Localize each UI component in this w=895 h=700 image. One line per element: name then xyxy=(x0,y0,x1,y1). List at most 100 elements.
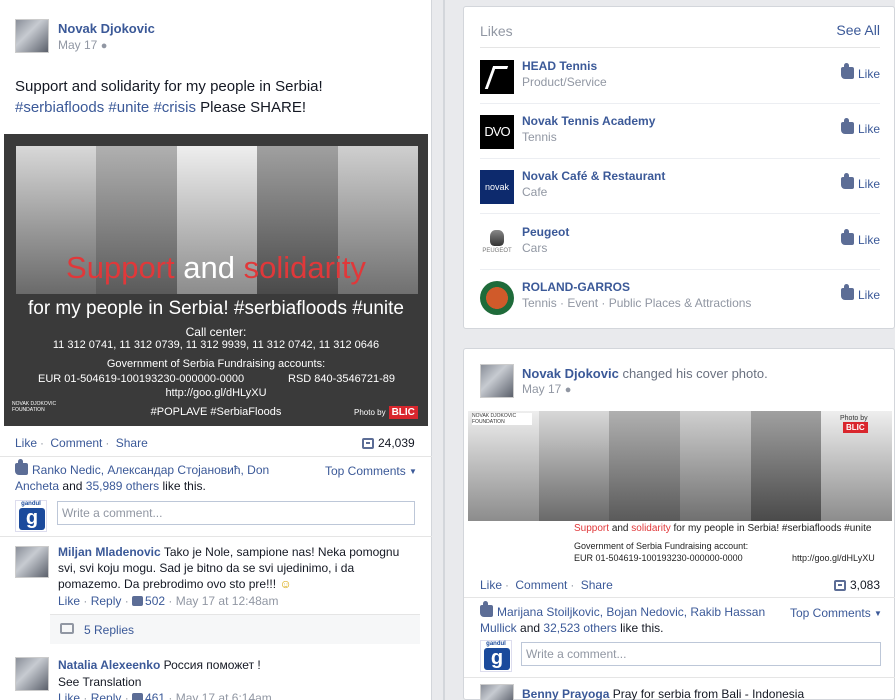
thumbs-up-icon xyxy=(15,459,28,475)
share-count[interactable]: 24,039 xyxy=(362,436,415,450)
share-icon xyxy=(362,437,374,449)
author-avatar[interactable] xyxy=(15,19,49,53)
photo-url: http://goo.gl/dHLyXU xyxy=(165,387,267,399)
cover-gov-label: Government of Serbia Fundraising account… xyxy=(574,541,749,551)
top-comments-dropdown[interactable]: Top Comments ▼ xyxy=(325,464,417,478)
cover-url: http://goo.gl/dHLyXU xyxy=(792,553,875,563)
page-like-button[interactable]: Like xyxy=(840,63,880,81)
post-date[interactable]: May 17 ● xyxy=(522,382,571,396)
like-item-novak-tennis-academy[interactable]: DVO Novak Tennis Academy Tennis Like xyxy=(480,112,880,159)
post-photo[interactable]: Support and solidarity for my people in … xyxy=(4,134,428,426)
photo-credit: Photo byBLIC xyxy=(354,406,418,419)
page-like-button[interactable]: Like xyxy=(840,173,880,191)
top-comments-dropdown[interactable]: Top Comments ▼ xyxy=(790,606,882,620)
caret-down-icon: ▼ xyxy=(409,467,417,476)
author-name[interactable]: Novak Djokovic xyxy=(522,366,619,381)
comment-input[interactable] xyxy=(521,642,881,666)
foundation-logo: NOVAK DJOKOVIC FOUNDATION xyxy=(472,413,532,425)
see-translation-link[interactable]: See Translation xyxy=(58,674,141,690)
comment-time[interactable]: May 17 at 6:14am xyxy=(176,691,272,700)
timeline-divider xyxy=(443,0,445,700)
roland-garros-logo[interactable] xyxy=(480,281,514,315)
comment-button[interactable]: Comment xyxy=(515,578,567,592)
comment-meta: Like · Reply · 461 · May 17 at 6:14am xyxy=(58,691,272,700)
cover-photo[interactable]: NOVAK DJOKOVIC FOUNDATION Photo byBLIC S… xyxy=(468,411,892,569)
share-icon xyxy=(834,579,846,591)
comment-like-button[interactable]: Like xyxy=(58,691,80,700)
like-item-roland-garros[interactable]: ROLAND-GARROS Tennis · Event · Public Pl… xyxy=(480,278,880,318)
share-count[interactable]: 3,083 xyxy=(834,578,880,592)
likers-others-link[interactable]: 35,989 others xyxy=(86,479,159,493)
comment-body: Miljan Mladenovic Tako je Nole, sampione… xyxy=(58,545,400,591)
photo-call-center-label: Call center: xyxy=(185,325,247,339)
globe-icon: ● xyxy=(564,384,572,396)
see-all-link[interactable]: See All xyxy=(836,22,880,38)
page-like-button[interactable]: Like xyxy=(840,284,880,302)
comment-reply-button[interactable]: Reply xyxy=(91,594,122,608)
comment-body: Natalia Alexeenko Россия поможет ! xyxy=(58,658,261,672)
post-actions: Like · Comment · Share xyxy=(480,578,613,592)
post-actions: Like · Comment · Share xyxy=(15,436,148,450)
cover-headline: Support and solidarity for my people in … xyxy=(574,523,872,534)
like-item-peugeot[interactable]: PEUGEOT Peugeot Cars Like xyxy=(480,223,880,270)
author-avatar[interactable] xyxy=(480,364,514,398)
share-button[interactable]: Share xyxy=(581,578,613,592)
comment-author-name[interactable]: Benny Prayoga xyxy=(522,687,609,700)
author-name[interactable]: Novak Djokovic xyxy=(58,21,155,36)
comment-author-avatar[interactable] xyxy=(15,546,49,578)
lion-icon xyxy=(490,230,504,246)
novak-cafe-logo[interactable]: novak xyxy=(480,170,514,204)
comment-author-name[interactable]: Miljan Mladenovic xyxy=(58,545,161,559)
view-replies[interactable]: 5 Replies xyxy=(50,614,420,644)
post-date[interactable]: May 17 ● xyxy=(58,38,107,52)
blic-logo: BLIC xyxy=(843,422,868,433)
like-item-head-tennis[interactable]: HEAD Tennis Product/Service Like xyxy=(480,57,880,104)
reply-icon xyxy=(60,623,74,634)
photo-credit: Photo byBLIC xyxy=(840,415,868,433)
post-text: Support and solidarity for my people in … xyxy=(15,78,323,116)
photo-gov-label: Government of Serbia Fundraising account… xyxy=(106,358,326,370)
comment-body: Benny Prayoga Pray for serbia from Bali … xyxy=(522,687,805,700)
smiley-emoji: ☺ xyxy=(279,577,292,591)
comment-time[interactable]: May 17 at 12:48am xyxy=(176,594,279,608)
commenter-avatar: gandul g xyxy=(480,640,512,672)
likers-summary: Ranko Nedic, Александар Стојановић, Don … xyxy=(15,459,270,493)
cover-eur-account: EUR 01-504619-100193230-000000-0000 xyxy=(574,553,743,563)
comment-input[interactable] xyxy=(57,501,415,525)
share-button[interactable]: Share xyxy=(116,436,148,450)
post-card-serbia-support: Novak Djokovic May 17 ● Support and soli… xyxy=(0,0,432,700)
photo-eur-account: EUR 01-504619-100193230-000000-0000 xyxy=(38,373,245,385)
comment-like-count[interactable]: 461 xyxy=(132,691,165,700)
comment-author-name[interactable]: Natalia Alexeenko xyxy=(58,658,160,672)
flood-photo-collage xyxy=(468,411,892,521)
comment-like-count[interactable]: 502 xyxy=(132,594,165,608)
page-like-button[interactable]: Like xyxy=(840,229,880,247)
novak-academy-logo[interactable]: DVO xyxy=(480,115,514,149)
likers-others-link[interactable]: 32,523 others xyxy=(543,621,616,635)
post-header: Novak Djokovic changed his cover photo. xyxy=(522,366,768,381)
comment-author-avatar[interactable] xyxy=(480,684,514,700)
likers-summary: Marijana Stoiljkovic, Bojan Nedovic, Rak… xyxy=(480,601,766,635)
comment-author-avatar[interactable] xyxy=(15,657,49,691)
comment-button[interactable]: Comment xyxy=(50,436,102,450)
commenter-avatar: gandul g xyxy=(15,500,47,532)
hashtag-unite[interactable]: #unite xyxy=(108,99,149,116)
post-card-cover-photo: Novak Djokovic changed his cover photo. … xyxy=(463,348,895,700)
globe-icon: ● xyxy=(100,40,108,52)
page-like-button[interactable]: Like xyxy=(840,118,880,136)
head-tennis-logo[interactable] xyxy=(480,60,514,94)
caret-down-icon: ▼ xyxy=(874,609,882,618)
comment-like-button[interactable]: Like xyxy=(58,594,80,608)
comment-reply-button[interactable]: Reply xyxy=(91,691,122,700)
photo-rsd-account: RSD 840-3546721-89 xyxy=(288,373,396,385)
like-button[interactable]: Like xyxy=(480,578,502,592)
hashtag-crisis[interactable]: #crisis xyxy=(153,99,196,116)
like-button[interactable]: Like xyxy=(15,436,37,450)
peugeot-logo[interactable]: PEUGEOT xyxy=(480,226,514,260)
thumbs-up-icon xyxy=(480,601,493,617)
like-item-novak-cafe[interactable]: novak Novak Café & Restaurant Cafe Like xyxy=(480,167,880,214)
photo-headline: Support and solidarity xyxy=(66,250,366,285)
blic-logo: BLIC xyxy=(388,406,418,419)
likes-box: Likes See All HEAD Tennis Product/Servic… xyxy=(463,6,895,329)
hashtag-serbiafloods[interactable]: #serbiafloods xyxy=(15,99,104,116)
